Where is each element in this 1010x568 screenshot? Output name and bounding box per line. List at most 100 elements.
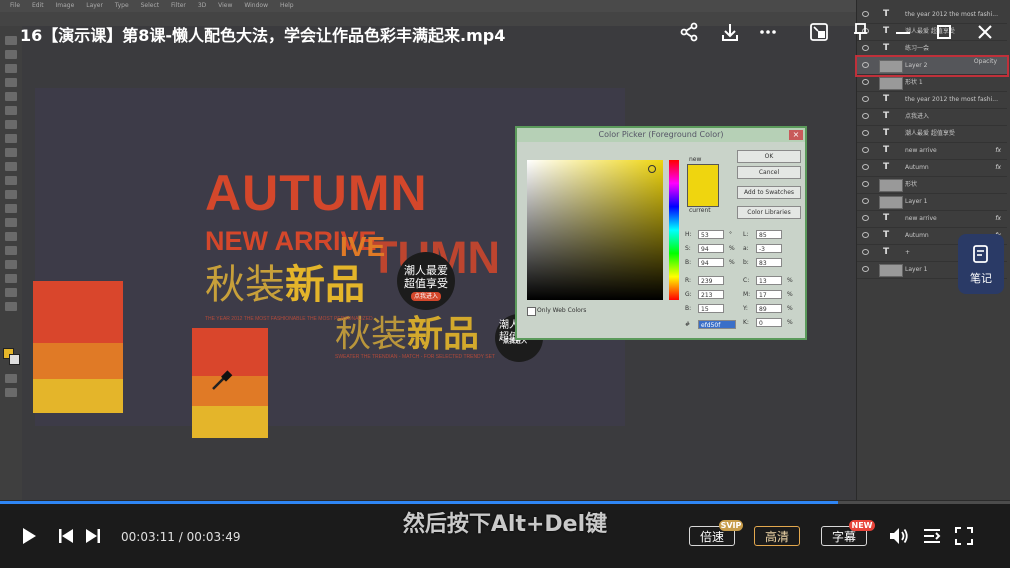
layer-row[interactable]: Layer 1	[857, 193, 1007, 211]
more-icon[interactable]	[758, 22, 778, 42]
eye-visibility-icon[interactable]	[862, 198, 869, 204]
field-blue[interactable]: B: 15	[685, 304, 745, 314]
close-icon[interactable]: ×	[789, 130, 803, 140]
video-frame[interactable]: File Edit Image Layer Type Select Filter…	[0, 0, 1010, 500]
layer-row[interactable]: Tthe year 2012 the most fashi...	[857, 91, 1007, 109]
layer-name: the year 2012 the most fashi...	[905, 11, 998, 18]
layer-row[interactable]: 形状	[857, 176, 1007, 194]
field-brightness[interactable]: B: 94%	[685, 258, 745, 268]
shape-tool-icon	[5, 274, 17, 283]
field-value[interactable]: 0	[756, 318, 782, 327]
layer-fx-icon[interactable]: fx	[995, 142, 1001, 159]
minimize-icon[interactable]	[893, 22, 913, 42]
hue-slider[interactable]	[669, 160, 679, 300]
previous-icon[interactable]	[57, 528, 75, 544]
color-libraries-button[interactable]: Color Libraries	[737, 206, 801, 219]
layer-row[interactable]: T Autumn fx	[857, 159, 1007, 177]
layer-row[interactable]: Tnew arrive fx	[857, 142, 1007, 160]
maximize-icon[interactable]	[934, 22, 954, 42]
only-web-colors-checkbox[interactable]	[527, 307, 536, 316]
eye-visibility-icon[interactable]	[862, 79, 869, 85]
field-value[interactable]: 213	[698, 290, 724, 299]
layer-row[interactable]: T 点我进入	[857, 108, 1007, 126]
color-field[interactable]	[527, 160, 663, 300]
field-black[interactable]: K: 0%	[743, 318, 803, 328]
field-green[interactable]: G: 213	[685, 290, 745, 300]
field-saturation[interactable]: S: 94%	[685, 244, 745, 254]
layer-thumbnail	[879, 264, 903, 277]
layer-thumbnail	[879, 77, 903, 90]
field-magenta[interactable]: M: 17%	[743, 290, 803, 300]
field-label: G:	[685, 291, 692, 298]
field-yellow[interactable]: Y: 89%	[743, 304, 803, 314]
cancel-button[interactable]: Cancel	[737, 166, 801, 179]
eye-visibility-icon[interactable]	[862, 232, 869, 238]
layer-row[interactable]: Layer 2 Opacity	[855, 55, 1009, 77]
field-value[interactable]: 89	[756, 304, 782, 313]
layer-row[interactable]: 形状 1	[857, 74, 1007, 92]
picture-in-picture-icon[interactable]	[809, 22, 829, 42]
field-red[interactable]: R: 239	[685, 276, 745, 286]
field-value[interactable]: 85	[756, 230, 782, 239]
field-unit: %	[787, 305, 793, 312]
pen-tool-icon	[5, 232, 17, 241]
notes-button[interactable]: 笔记	[958, 234, 1004, 294]
layer-fx-icon[interactable]: fx	[995, 159, 1001, 176]
layer-opacity-label: Opacity	[973, 58, 997, 65]
hex-value-input[interactable]: efd50f	[698, 320, 736, 329]
ok-button[interactable]: OK	[737, 150, 801, 163]
share-icon[interactable]	[679, 22, 699, 42]
eye-visibility-icon[interactable]	[862, 215, 869, 221]
close-window-icon[interactable]	[975, 22, 995, 42]
swatch-yellow	[33, 379, 123, 413]
field-value[interactable]: 53	[698, 230, 724, 239]
eye-visibility-icon[interactable]	[862, 96, 869, 102]
field-value[interactable]: 13	[756, 276, 782, 285]
eye-visibility-icon[interactable]	[862, 164, 869, 170]
eye-visibility-icon[interactable]	[862, 113, 869, 119]
layer-row[interactable]: T 潮人最爱 超值享受	[857, 125, 1007, 143]
swatch-stack-large	[33, 281, 123, 413]
art-round-badge: 潮人最爱 超值享受 点我进入	[397, 252, 455, 310]
pin-icon[interactable]	[850, 22, 870, 42]
add-to-swatches-button[interactable]: Add to Swatches	[737, 186, 801, 199]
field-a[interactable]: a: -3	[743, 244, 803, 254]
field-value[interactable]: 94	[698, 244, 724, 253]
field-l[interactable]: L: 85	[743, 230, 803, 240]
field-hex[interactable]: # efd50f	[685, 320, 745, 330]
field-value[interactable]: 83	[756, 258, 782, 267]
eye-visibility-icon[interactable]	[862, 249, 869, 255]
color-picker-title: Color Picker (Foreground Color)	[517, 128, 805, 142]
fullscreen-icon[interactable]	[955, 527, 973, 545]
new-color-swatch	[687, 164, 719, 188]
download-icon[interactable]	[720, 22, 740, 42]
next-icon[interactable]	[84, 528, 102, 544]
layer-name: 形状	[905, 181, 918, 188]
volume-icon[interactable]	[888, 526, 910, 546]
field-value[interactable]: 15	[698, 304, 724, 313]
layer-row[interactable]: Tnew arrive fx	[857, 210, 1007, 228]
layer-fx-icon[interactable]: fx	[995, 210, 1001, 227]
eye-visibility-icon[interactable]	[862, 45, 869, 51]
eye-visibility-icon[interactable]	[862, 181, 869, 187]
eye-visibility-icon[interactable]	[862, 130, 869, 136]
field-value[interactable]: 17	[756, 290, 782, 299]
eye-visibility-icon[interactable]	[862, 266, 869, 272]
field-b[interactable]: b: 83	[743, 258, 803, 268]
field-value[interactable]: 94	[698, 258, 724, 267]
eye-visibility-icon[interactable]	[862, 11, 869, 17]
field-value[interactable]: -3	[756, 244, 782, 253]
field-value[interactable]: 239	[698, 276, 724, 285]
eye-visibility-icon[interactable]	[862, 147, 869, 153]
playlist-icon[interactable]	[922, 527, 942, 545]
play-icon[interactable]	[20, 527, 38, 545]
ps-menu-item: View	[218, 2, 233, 9]
quality-button[interactable]: 高清	[754, 526, 800, 546]
type-layer-icon: T	[883, 9, 890, 19]
ps-menu-item: Image	[55, 2, 75, 9]
field-hue[interactable]: H: 53 °	[685, 230, 745, 240]
eye-visibility-icon[interactable]	[862, 62, 869, 68]
field-cyan[interactable]: C: 13%	[743, 276, 803, 286]
field-label: R:	[685, 277, 692, 284]
lab-cmyk-fields: L: 85 a: -3 b: 83 C: 13% M: 17% Y: 89% K: 0%	[743, 230, 803, 330]
